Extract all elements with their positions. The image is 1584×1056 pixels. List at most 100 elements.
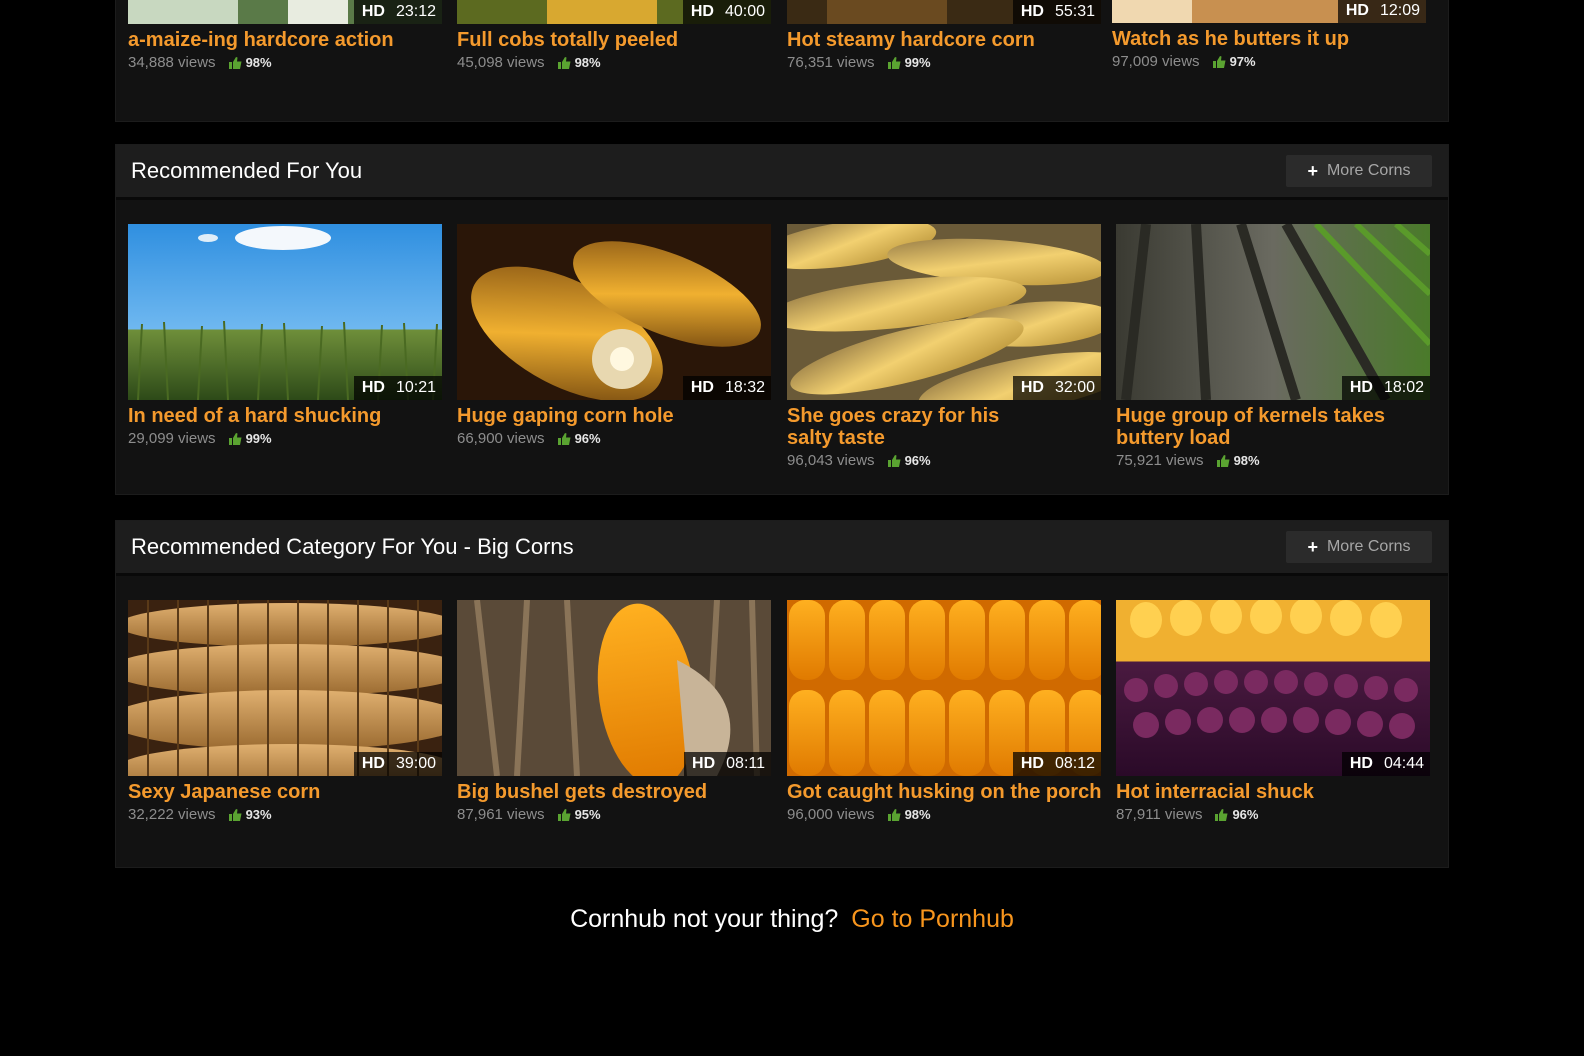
duration-badge: HD 08:12 bbox=[1012, 752, 1101, 776]
video-title[interactable]: Got caught husking on the porch bbox=[787, 781, 1117, 803]
thumbs-up-icon bbox=[887, 56, 901, 69]
video-title[interactable]: Big bushel gets destroyed bbox=[457, 781, 771, 803]
rating: 99% bbox=[904, 55, 931, 70]
rating: 96% bbox=[1232, 807, 1259, 822]
video-thumbnail[interactable]: HD 08:11 bbox=[457, 600, 771, 776]
view-count: 96,043 views bbox=[787, 452, 875, 469]
video-meta: 32,222 views 93% bbox=[128, 806, 442, 823]
video-title[interactable]: In need of a hard shucking bbox=[128, 405, 442, 427]
rating: 98% bbox=[904, 807, 931, 822]
video-title[interactable]: a-maize-ing hardcore action bbox=[128, 29, 442, 51]
duration: 10:21 bbox=[395, 379, 436, 396]
video-card: HD 12:09 Watch as he butters it up 97,009… bbox=[1112, 0, 1426, 70]
video-card: HD 18:02 Huge group of kernels takes butt… bbox=[1116, 224, 1430, 469]
view-count: 97,009 views bbox=[1112, 53, 1200, 70]
video-thumbnail[interactable]: HD 55:31 bbox=[787, 0, 1101, 24]
video-title[interactable]: Huge group of kernels takes buttery load bbox=[1116, 405, 1416, 449]
video-title[interactable]: Hot steamy hardcore corn bbox=[787, 29, 1101, 51]
rating: 99% bbox=[245, 431, 272, 446]
video-card: HD 32:00 She goes crazy for his salty tas… bbox=[787, 224, 1101, 469]
thumbs-up-icon bbox=[228, 432, 242, 445]
duration-badge: HD 10:21 bbox=[353, 376, 442, 400]
thumbs-up-icon bbox=[557, 56, 571, 69]
video-thumbnail[interactable]: HD 32:00 bbox=[787, 224, 1101, 400]
hd-label: HD bbox=[690, 379, 714, 396]
video-meta: 76,351 views 99% bbox=[787, 54, 1101, 71]
footer-text: Cornhub not your thing? bbox=[570, 905, 839, 933]
video-thumbnail[interactable]: HD 23:12 bbox=[128, 0, 442, 24]
video-title[interactable]: She goes crazy for his salty taste bbox=[787, 405, 1027, 449]
duration: 32:00 bbox=[1054, 379, 1095, 396]
video-thumbnail[interactable]: HD 10:21 bbox=[128, 224, 442, 400]
duration: 08:11 bbox=[726, 755, 765, 772]
thumbs-up-icon bbox=[1212, 55, 1226, 68]
duration: 23:12 bbox=[395, 3, 436, 20]
duration: 12:09 bbox=[1379, 2, 1420, 19]
duration-badge: HD 55:31 bbox=[1012, 0, 1101, 24]
duration: 18:02 bbox=[1383, 379, 1424, 396]
video-card: HD 39:00 Sexy Japanese corn 32,222 views … bbox=[128, 600, 442, 823]
rating: 96% bbox=[574, 431, 601, 446]
video-title[interactable]: Sexy Japanese corn bbox=[128, 781, 442, 803]
video-title[interactable]: Watch as he butters it up bbox=[1112, 28, 1426, 50]
duration-badge: HD 08:11 bbox=[684, 752, 771, 776]
video-card: HD 10:21 In need of a hard shucking 29,09… bbox=[128, 224, 442, 447]
rating: 95% bbox=[574, 807, 601, 822]
rating: 98% bbox=[574, 55, 601, 70]
planted-rows-image bbox=[1116, 224, 1430, 400]
view-count: 75,921 views bbox=[1116, 452, 1204, 469]
purple-corn-image bbox=[1116, 600, 1430, 776]
kernels-closeup-image bbox=[787, 600, 1101, 776]
video-title[interactable]: Full cobs totally peeled bbox=[457, 29, 771, 51]
thumbs-up-icon bbox=[1216, 454, 1230, 467]
view-count: 29,099 views bbox=[128, 430, 216, 447]
video-meta: 96,000 views 98% bbox=[787, 806, 1101, 823]
corn-on-stalk-image bbox=[457, 600, 771, 776]
video-card: HD 55:31 Hot steamy hardcore corn 76,351 … bbox=[787, 0, 1101, 71]
hd-label: HD bbox=[692, 755, 716, 772]
duration-badge: HD 12:09 bbox=[1337, 0, 1426, 23]
more-corns-label: More Corns bbox=[1326, 538, 1411, 555]
video-thumbnail[interactable]: HD 39:00 bbox=[128, 600, 442, 776]
plus-icon: + bbox=[1307, 536, 1318, 557]
duration-badge: HD 32:00 bbox=[1012, 376, 1101, 400]
video-thumbnail[interactable]: HD 18:02 bbox=[1116, 224, 1430, 400]
duration-badge: HD 23:12 bbox=[353, 0, 442, 24]
rating: 96% bbox=[904, 453, 931, 468]
duration: 39:00 bbox=[395, 755, 436, 772]
video-thumbnail[interactable]: HD 40:00 bbox=[457, 0, 771, 24]
thumbs-up-icon bbox=[887, 808, 901, 821]
rating: 98% bbox=[245, 55, 272, 70]
hd-label: HD bbox=[1020, 3, 1044, 20]
thumbs-up-icon bbox=[557, 808, 571, 821]
section-header: Recommended For You + More Corns bbox=[116, 145, 1448, 200]
video-thumbnail[interactable]: HD 12:09 bbox=[1112, 0, 1426, 23]
view-count: 45,098 views bbox=[457, 54, 545, 71]
video-card: HD 23:12 a-maize-ing hardcore action 34,8… bbox=[128, 0, 442, 71]
hd-label: HD bbox=[1345, 2, 1369, 19]
hd-label: HD bbox=[690, 3, 714, 20]
video-title[interactable]: Hot interracial shuck bbox=[1116, 781, 1430, 803]
plus-icon: + bbox=[1307, 160, 1318, 181]
cornfield-sky-image bbox=[128, 224, 442, 400]
view-count: 34,888 views bbox=[128, 54, 216, 71]
video-thumbnail[interactable]: HD 04:44 bbox=[1116, 600, 1430, 776]
footer: Cornhub not your thing? Go to Pornhub bbox=[0, 905, 1584, 934]
video-meta: 66,900 views 96% bbox=[457, 430, 771, 447]
video-title[interactable]: Huge gaping corn hole bbox=[457, 405, 771, 427]
more-corns-button[interactable]: + More Corns bbox=[1286, 531, 1432, 563]
go-to-pornhub-link[interactable]: Go to Pornhub bbox=[851, 905, 1014, 933]
hd-label: HD bbox=[361, 3, 385, 20]
more-corns-label: More Corns bbox=[1326, 162, 1411, 179]
video-thumbnail[interactable]: HD 08:12 bbox=[787, 600, 1101, 776]
hd-label: HD bbox=[361, 755, 385, 772]
video-thumbnail[interactable]: HD 18:32 bbox=[457, 224, 771, 400]
dried-corn-image bbox=[128, 600, 442, 776]
rating: 97% bbox=[1229, 54, 1256, 69]
duration: 55:31 bbox=[1054, 3, 1095, 20]
previous-section: HD 23:12 a-maize-ing hardcore action 34,8… bbox=[115, 0, 1449, 122]
more-corns-button[interactable]: + More Corns bbox=[1286, 155, 1432, 187]
duration-badge: HD 18:02 bbox=[1341, 376, 1430, 400]
video-meta: 97,009 views 97% bbox=[1112, 53, 1426, 70]
section-title: Recommended Category For You - Big Corns bbox=[131, 534, 574, 559]
